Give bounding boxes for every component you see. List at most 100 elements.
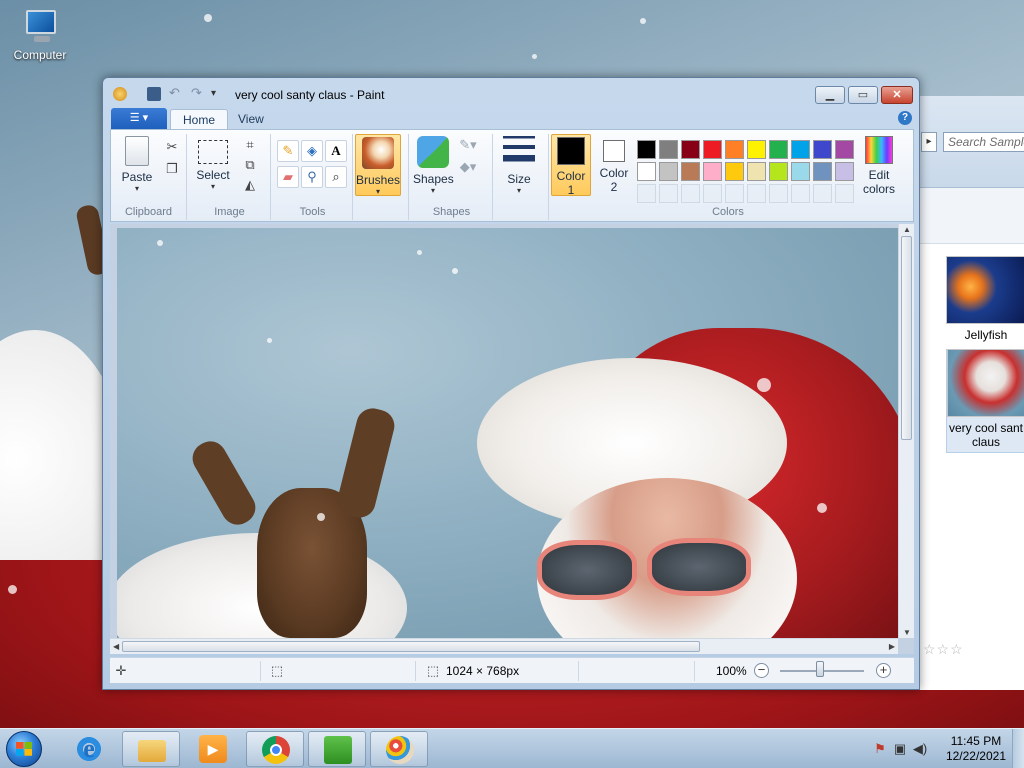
size-button[interactable]: Size ▾ bbox=[499, 134, 539, 202]
action-center-flag-icon[interactable]: ⚑ bbox=[872, 741, 888, 757]
undo-icon[interactable]: ↶ bbox=[169, 86, 183, 101]
zoom-in-button[interactable]: + bbox=[876, 663, 891, 678]
horizontal-scrollbar[interactable]: ◀ ▶ bbox=[110, 638, 898, 654]
explorer-window[interactable]: ▸ Search Sample Jellyfish very cool sant… bbox=[918, 96, 1024, 690]
palette-swatch[interactable] bbox=[835, 162, 854, 181]
taskbar-internet-explorer[interactable]: e bbox=[60, 731, 118, 767]
palette-swatch[interactable] bbox=[813, 162, 832, 181]
computer-desktop-icon[interactable]: Computer bbox=[8, 10, 72, 62]
fill-icon[interactable]: ◈ bbox=[301, 140, 323, 162]
taskbar-paint[interactable] bbox=[370, 731, 428, 767]
palette-swatch[interactable] bbox=[659, 140, 678, 159]
palette-swatch[interactable] bbox=[703, 184, 722, 203]
color2-number: 2 bbox=[610, 180, 618, 194]
palette-swatch[interactable] bbox=[835, 140, 854, 159]
color1-button[interactable]: Color 1 bbox=[551, 134, 591, 197]
tab-view[interactable]: View bbox=[226, 109, 276, 129]
search-input[interactable]: Search Sample bbox=[943, 132, 1024, 152]
clock[interactable]: 11:45 PM 12/22/2021 bbox=[946, 734, 1006, 764]
title-bar[interactable]: ↶ ↷ ▾ very cool santy claus - Paint ▁ ▭ … bbox=[103, 78, 919, 108]
minimize-button[interactable]: ▁ bbox=[815, 86, 845, 104]
network-icon[interactable]: ▣ bbox=[892, 741, 908, 757]
magnifier-icon[interactable]: ⌕ bbox=[325, 166, 347, 188]
show-desktop-button[interactable] bbox=[1012, 729, 1024, 768]
color-picker-icon[interactable]: ⚲ bbox=[301, 166, 323, 188]
shapes-button[interactable]: Shapes ▾ bbox=[413, 134, 454, 202]
palette-swatch[interactable] bbox=[835, 184, 854, 203]
palette-swatch[interactable] bbox=[769, 140, 788, 159]
palette-swatch[interactable] bbox=[681, 162, 700, 181]
palette-swatch[interactable] bbox=[703, 162, 722, 181]
palette-swatch[interactable] bbox=[769, 184, 788, 203]
palette-swatch[interactable] bbox=[791, 140, 810, 159]
palette-swatch[interactable] bbox=[769, 162, 788, 181]
image-canvas[interactable] bbox=[117, 228, 898, 639]
palette-swatch[interactable] bbox=[813, 184, 832, 203]
scroll-up-icon[interactable]: ▲ bbox=[903, 225, 911, 234]
tab-home[interactable]: Home bbox=[170, 109, 229, 129]
palette-swatch[interactable] bbox=[637, 162, 656, 181]
palette-swatch[interactable] bbox=[747, 184, 766, 203]
snowflake bbox=[417, 250, 422, 255]
file-thumbnail-jellyfish[interactable]: Jellyfish bbox=[946, 256, 1024, 342]
palette-swatch[interactable] bbox=[659, 184, 678, 203]
color2-button[interactable]: Color 2 bbox=[595, 134, 633, 196]
vertical-scroll-thumb[interactable] bbox=[901, 236, 912, 440]
redo-icon[interactable]: ↷ bbox=[191, 86, 205, 101]
zoom-out-button[interactable]: − bbox=[754, 663, 769, 678]
maximize-button[interactable]: ▭ bbox=[848, 86, 878, 104]
fill-shape-icon[interactable]: ◆▾ bbox=[459, 158, 477, 176]
palette-swatch[interactable] bbox=[747, 140, 766, 159]
palette-swatch[interactable] bbox=[681, 184, 700, 203]
palette-swatch[interactable] bbox=[791, 162, 810, 181]
palette-swatch[interactable] bbox=[659, 162, 678, 181]
save-icon[interactable] bbox=[147, 87, 161, 101]
volume-icon[interactable]: ◀) bbox=[912, 741, 928, 757]
customize-qat-icon[interactable]: ▾ bbox=[211, 87, 225, 101]
resize-icon[interactable]: ⧉ bbox=[241, 156, 259, 174]
palette-swatch[interactable] bbox=[725, 140, 744, 159]
palette-swatch[interactable] bbox=[725, 162, 744, 181]
palette-swatch[interactable] bbox=[681, 140, 700, 159]
paste-button[interactable]: Paste ▾ bbox=[117, 134, 157, 202]
outline-icon[interactable]: ✎▾ bbox=[459, 136, 477, 154]
group-colors: Color 1 Color 2 Edit colors Colors bbox=[551, 134, 905, 220]
eraser-icon[interactable]: ▰ bbox=[277, 166, 299, 188]
file-menu-button[interactable]: ☰ ▾ bbox=[111, 108, 167, 129]
palette-swatch[interactable] bbox=[813, 140, 832, 159]
horizontal-scroll-thumb[interactable] bbox=[122, 641, 700, 652]
edit-colors-button[interactable]: Edit colors bbox=[857, 134, 901, 202]
pencil-icon[interactable]: ✎ bbox=[277, 140, 299, 162]
taskbar-file-explorer[interactable] bbox=[122, 731, 180, 767]
scroll-down-icon[interactable]: ▼ bbox=[903, 628, 911, 637]
crop-icon[interactable]: ⌗ bbox=[241, 136, 259, 154]
palette-swatch[interactable] bbox=[637, 184, 656, 203]
copy-icon[interactable]: ❐ bbox=[163, 160, 181, 178]
paint-window[interactable]: ↶ ↷ ▾ very cool santy claus - Paint ▁ ▭ … bbox=[102, 77, 920, 690]
paint-app-icon[interactable] bbox=[113, 87, 127, 101]
palette-swatch[interactable] bbox=[637, 140, 656, 159]
select-button[interactable]: Select ▾ bbox=[193, 134, 233, 202]
taskbar-chrome[interactable] bbox=[246, 731, 304, 767]
vertical-scrollbar[interactable]: ▲ ▼ bbox=[898, 224, 914, 638]
palette-swatch[interactable] bbox=[725, 184, 744, 203]
zoom-slider-knob[interactable] bbox=[816, 661, 824, 677]
brushes-button[interactable]: Brushes ▾ bbox=[355, 134, 401, 196]
rotate-icon[interactable]: ◭ bbox=[241, 176, 259, 194]
file-thumbnail-santa[interactable]: very cool sant claus bbox=[946, 349, 1024, 453]
taskbar-media-player[interactable]: ▶ bbox=[184, 731, 242, 767]
palette-swatch[interactable] bbox=[791, 184, 810, 203]
scroll-left-icon[interactable]: ◀ bbox=[113, 642, 119, 651]
cut-icon[interactable]: ✂ bbox=[163, 138, 181, 156]
text-icon[interactable]: A bbox=[325, 140, 347, 162]
start-button[interactable] bbox=[6, 731, 42, 767]
close-button[interactable]: ✕ bbox=[881, 86, 913, 104]
help-icon[interactable]: ? bbox=[898, 111, 912, 125]
clock-date: 12/22/2021 bbox=[945, 749, 1006, 763]
palette-swatch[interactable] bbox=[703, 140, 722, 159]
taskbar-notepad[interactable] bbox=[308, 731, 366, 767]
scroll-right-icon[interactable]: ▶ bbox=[889, 642, 895, 651]
palette-swatch[interactable] bbox=[747, 162, 766, 181]
dropdown-arrow-icon[interactable]: ▸ bbox=[921, 132, 937, 152]
rating-stars[interactable]: ☆☆☆ bbox=[923, 641, 964, 658]
